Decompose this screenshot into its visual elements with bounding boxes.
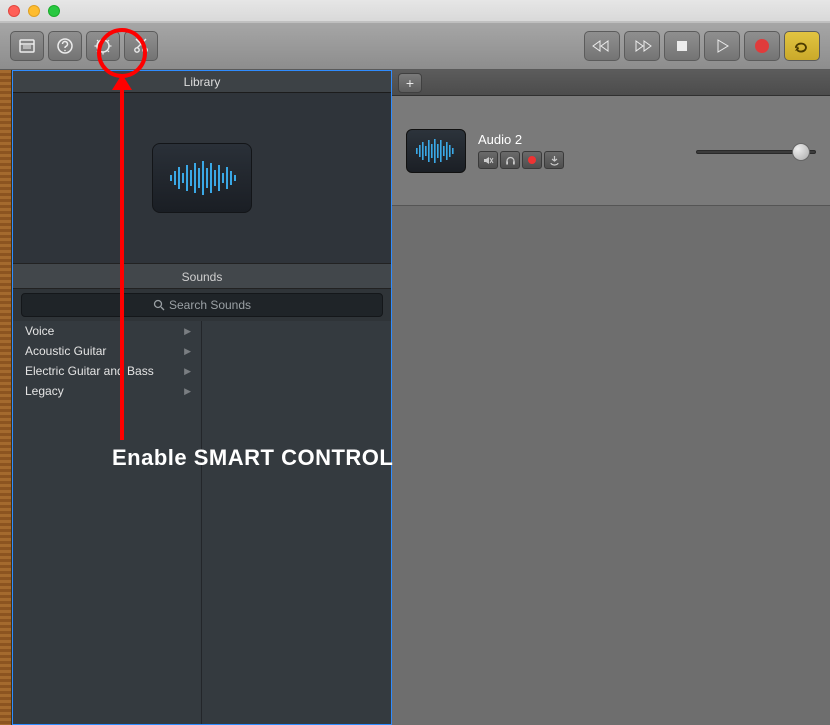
forward-button[interactable] (624, 31, 660, 61)
record-dot-icon (528, 156, 536, 164)
library-preview-area (13, 93, 391, 263)
quick-help-button[interactable] (48, 31, 82, 61)
headphones-icon (505, 155, 516, 166)
volume-knob[interactable] (792, 143, 810, 161)
category-label: Acoustic Guitar (25, 344, 106, 358)
category-label: Voice (25, 324, 54, 338)
forward-icon (632, 39, 652, 53)
search-icon (153, 299, 165, 311)
track-header-row[interactable]: Audio 2 (392, 96, 830, 206)
transport-controls (584, 31, 820, 61)
chevron-right-icon: ▶ (184, 346, 191, 357)
main-toolbar (0, 22, 830, 70)
waveform-icon (167, 161, 237, 195)
category-label: Legacy (25, 384, 64, 398)
search-wrap: Search Sounds (13, 289, 391, 321)
play-button[interactable] (704, 31, 740, 61)
zoom-window-button[interactable] (48, 5, 60, 17)
chevron-right-icon: ▶ (184, 366, 191, 377)
record-button[interactable] (744, 31, 780, 61)
chevron-right-icon: ▶ (184, 386, 191, 397)
left-edge-strip (0, 70, 12, 725)
minimize-window-button[interactable] (28, 5, 40, 17)
play-icon (715, 39, 729, 53)
cycle-icon (792, 39, 812, 53)
category-label: Electric Guitar and Bass (25, 364, 154, 378)
stop-button[interactable] (664, 31, 700, 61)
monitor-button[interactable] (500, 151, 520, 169)
category-column-1: Voice ▶ Acoustic Guitar ▶ Electric Guitar … (13, 321, 202, 724)
track-area: Audio 2 (392, 96, 830, 725)
library-icon (18, 38, 36, 54)
mute-icon (483, 155, 494, 166)
mute-button[interactable] (478, 151, 498, 169)
window-titlebar (0, 0, 830, 22)
library-header: Library (13, 71, 391, 93)
category-row-electric-guitar-bass[interactable]: Electric Guitar and Bass ▶ (13, 361, 201, 381)
input-icon (549, 155, 560, 166)
track-name-label: Audio 2 (478, 132, 564, 147)
category-row-voice[interactable]: Voice ▶ (13, 321, 201, 341)
library-panel: Library (12, 70, 392, 725)
category-column-2 (202, 321, 391, 724)
patch-preview-tile[interactable] (152, 143, 252, 213)
volume-slider[interactable] (696, 147, 816, 155)
smart-controls-icon (93, 36, 113, 56)
help-icon (56, 37, 74, 55)
sound-category-columns: Voice ▶ Acoustic Guitar ▶ Electric Guitar … (13, 321, 391, 724)
sounds-header: Sounds (13, 263, 391, 289)
rewind-button[interactable] (584, 31, 620, 61)
library-toggle-button[interactable] (10, 31, 44, 61)
record-enable-button[interactable] (522, 151, 542, 169)
tracks-panel: + (392, 70, 830, 725)
track-ruler: + (392, 70, 830, 96)
record-icon (755, 39, 769, 53)
track-mini-buttons (478, 151, 564, 169)
smart-controls-button[interactable] (86, 31, 120, 61)
search-placeholder-text: Search Sounds (169, 298, 251, 312)
scissors-icon (132, 37, 150, 55)
search-sounds-input[interactable]: Search Sounds (21, 293, 383, 317)
category-row-legacy[interactable]: Legacy ▶ (13, 381, 201, 401)
editors-button[interactable] (124, 31, 158, 61)
input-monitor-button[interactable] (544, 151, 564, 169)
chevron-right-icon: ▶ (184, 326, 191, 337)
track-icon-tile (406, 129, 466, 173)
add-track-button[interactable]: + (398, 73, 422, 93)
track-info: Audio 2 (478, 132, 564, 169)
toolbar-left-group (10, 31, 158, 61)
cycle-button[interactable] (784, 31, 820, 61)
rewind-icon (592, 39, 612, 53)
waveform-icon (414, 139, 458, 163)
stop-icon (675, 39, 689, 53)
category-row-acoustic-guitar[interactable]: Acoustic Guitar ▶ (13, 341, 201, 361)
close-window-button[interactable] (8, 5, 20, 17)
main-content: Library (0, 70, 830, 725)
